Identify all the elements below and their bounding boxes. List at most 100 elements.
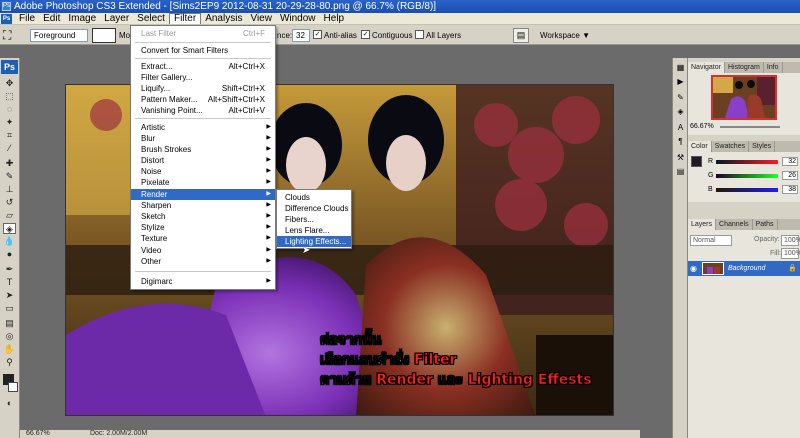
- menu-item-digimarc[interactable]: Digimarc ▶: [131, 276, 275, 287]
- zoom-slider[interactable]: [720, 126, 780, 128]
- history-panel-icon[interactable]: ▦: [675, 62, 686, 73]
- shape-tool-icon[interactable]: ▭: [3, 303, 16, 314]
- menu-item-noise[interactable]: Noise ▶: [131, 166, 275, 177]
- menu-edit[interactable]: Edit: [39, 13, 64, 25]
- fill-source-dropdown[interactable]: Foreground: [30, 29, 88, 42]
- menu-help[interactable]: Help: [320, 13, 349, 25]
- lasso-tool-icon[interactable]: ◌: [3, 104, 16, 115]
- foreground-swatch[interactable]: [691, 156, 702, 167]
- submenu-item-lighting-effects[interactable]: Lighting Effects...: [277, 236, 351, 247]
- blur-tool-icon[interactable]: 💧: [3, 236, 16, 247]
- menu-item-distort[interactable]: Distort ▶: [131, 155, 275, 166]
- move-tool-icon[interactable]: ✥: [3, 78, 16, 89]
- contiguous-checkbox[interactable]: ✓: [361, 30, 370, 39]
- menu-item-pattern-maker[interactable]: Pattern Maker... Alt+Shift+Ctrl+X: [131, 94, 275, 105]
- tab-info[interactable]: Info: [764, 62, 783, 73]
- opacity-input[interactable]: 100%: [781, 235, 800, 246]
- pen-tool-icon[interactable]: ✒: [3, 264, 16, 275]
- fill-input[interactable]: 100%: [781, 248, 800, 259]
- menu-view[interactable]: View: [246, 13, 276, 25]
- menu-filter[interactable]: Filter: [168, 13, 202, 24]
- marquee-tool-icon[interactable]: ⬚: [3, 91, 16, 102]
- submenu-item-fibers[interactable]: Fibers...: [277, 214, 351, 225]
- menu-item-artistic[interactable]: Artistic ▶: [131, 122, 275, 133]
- pattern-swatch[interactable]: [92, 28, 116, 43]
- workspace-icon[interactable]: ▤: [513, 28, 529, 43]
- crop-tool-icon[interactable]: ⌗: [3, 130, 16, 141]
- antialias-checkbox[interactable]: ✓: [313, 30, 322, 39]
- zoom-tool-icon[interactable]: ⚲: [3, 357, 16, 368]
- eraser-icon[interactable]: ▱: [3, 210, 16, 221]
- menu-item-pixelate[interactable]: Pixelate ▶: [131, 177, 275, 188]
- ps-toolbox-icon: Ps: [1, 60, 18, 74]
- actions-panel-icon[interactable]: ▶: [675, 76, 686, 87]
- menu-item-filter-gallery[interactable]: Filter Gallery...: [131, 72, 275, 83]
- layer-row-background[interactable]: ◉ Background 🔒: [688, 261, 800, 276]
- type-tool-icon[interactable]: T: [3, 277, 16, 288]
- 3d-tool-icon[interactable]: ◎: [3, 331, 16, 342]
- paragraph-panel-icon[interactable]: ¶: [675, 136, 686, 147]
- blend-mode-dropdown[interactable]: Normal: [690, 235, 732, 246]
- menu-analysis[interactable]: Analysis: [201, 13, 246, 25]
- menu-item-brush-strokes[interactable]: Brush Strokes ▶: [131, 144, 275, 155]
- tab-color[interactable]: Color: [688, 141, 712, 152]
- menu-item-other[interactable]: Other ▶: [131, 256, 275, 267]
- navigator-tabs: Navigator Histogram Info: [688, 62, 800, 73]
- menu-layer[interactable]: Layer: [100, 13, 133, 25]
- submenu-item-lens-flare[interactable]: Lens Flare...: [277, 225, 351, 236]
- paint-bucket-tool-icon[interactable]: ◈: [3, 223, 16, 234]
- quick-mask-icon[interactable]: ◐: [3, 398, 16, 409]
- tab-channels[interactable]: Channels: [716, 219, 753, 230]
- healing-brush-icon[interactable]: ✚: [3, 158, 16, 169]
- submenu-item-difference-clouds[interactable]: Difference Clouds: [277, 203, 351, 214]
- background-color-icon[interactable]: [8, 382, 18, 392]
- zoom-level[interactable]: 66.67%: [690, 123, 714, 130]
- menu-item-video[interactable]: Video ▶: [131, 245, 275, 256]
- menu-item-vanishing-point[interactable]: Vanishing Point... Alt+Ctrl+V: [131, 105, 275, 116]
- eyedropper-icon[interactable]: ⁄: [3, 143, 16, 154]
- fill-label: Fill:: [770, 250, 781, 257]
- clone-source-panel-icon[interactable]: ◈: [675, 106, 686, 117]
- character-panel-icon[interactable]: A: [675, 122, 686, 133]
- menu-item-render[interactable]: Render ▶: [131, 189, 275, 200]
- tab-styles[interactable]: Styles: [749, 141, 776, 152]
- menu-item-extract[interactable]: Extract... Alt+Ctrl+X: [131, 61, 275, 72]
- tool-presets-panel-icon[interactable]: ⚒: [675, 152, 686, 163]
- paint-bucket-icon[interactable]: ⛶: [3, 28, 17, 42]
- menu-item-sketch[interactable]: Sketch ▶: [131, 211, 275, 222]
- menu-select[interactable]: Select: [133, 13, 169, 25]
- tab-histogram[interactable]: Histogram: [725, 62, 764, 73]
- color-b-input[interactable]: 38: [782, 185, 798, 194]
- color-g-input[interactable]: 26: [782, 171, 798, 180]
- color-r-input[interactable]: 32: [782, 157, 798, 166]
- menu-item-liquify[interactable]: Liquify... Shift+Ctrl+X: [131, 83, 275, 94]
- menu-image[interactable]: Image: [64, 13, 100, 25]
- tab-layers[interactable]: Layers: [688, 219, 717, 230]
- magic-wand-icon[interactable]: ✦: [3, 117, 16, 128]
- all-layers-checkbox[interactable]: [415, 30, 424, 39]
- workspace-dropdown[interactable]: Workspace ▼: [540, 30, 590, 41]
- dodge-tool-icon[interactable]: ●: [3, 249, 16, 260]
- tab-paths[interactable]: Paths: [753, 219, 778, 230]
- tolerance-input[interactable]: 32: [292, 29, 310, 42]
- eye-icon[interactable]: ◉: [690, 261, 697, 276]
- menu-item-convert-smart-filters[interactable]: Convert for Smart Filters: [131, 45, 275, 56]
- menu-file[interactable]: File: [15, 13, 39, 25]
- brushes-panel-icon[interactable]: ✎: [675, 92, 686, 103]
- submenu-item-clouds[interactable]: Clouds: [277, 192, 351, 203]
- layer-comps-panel-icon[interactable]: ▤: [675, 166, 686, 177]
- menu-item-blur[interactable]: Blur ▶: [131, 133, 275, 144]
- brush-tool-icon[interactable]: ✎: [3, 171, 16, 182]
- notes-tool-icon[interactable]: ▤: [3, 318, 16, 329]
- tab-navigator[interactable]: Navigator: [688, 62, 725, 73]
- history-brush-icon[interactable]: ↺: [3, 197, 16, 208]
- path-select-icon[interactable]: ➤: [3, 290, 16, 301]
- hand-tool-icon[interactable]: ✋: [3, 344, 16, 355]
- tab-swatches[interactable]: Swatches: [712, 141, 750, 152]
- menu-item-texture[interactable]: Texture ▶: [131, 233, 275, 244]
- menu-window[interactable]: Window: [276, 13, 320, 25]
- menu-item-sharpen[interactable]: Sharpen ▶: [131, 200, 275, 211]
- navigator-thumbnail[interactable]: [711, 75, 777, 120]
- clone-stamp-icon[interactable]: ⊥: [3, 184, 16, 195]
- menu-item-stylize[interactable]: Stylize ▶: [131, 222, 275, 233]
